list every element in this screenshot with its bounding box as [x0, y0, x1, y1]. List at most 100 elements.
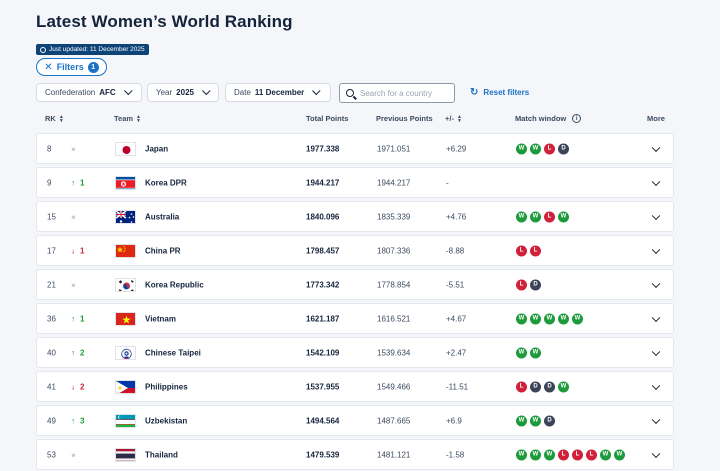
column-header-team[interactable]: Team ▲ ▼ — [114, 114, 141, 123]
filters-button[interactable]: ✕ Filters 1 — [36, 58, 107, 76]
plusminus-cell: -8.88 — [446, 246, 465, 255]
expand-chevron-icon[interactable] — [651, 347, 661, 356]
table-row[interactable]: 15 ● Australia 1840.096 1835.339 +4.76 W… — [36, 201, 674, 232]
clock-icon — [40, 46, 46, 53]
column-header-total-label: Total Points — [306, 114, 349, 123]
rank-cell: 36 — [47, 314, 56, 323]
previous-points-cell: 1835.339 — [377, 212, 411, 221]
reset-filters-label: Reset filters — [483, 88, 530, 97]
column-header-previous-label: Previous Points — [376, 114, 433, 123]
expand-chevron-icon[interactable] — [651, 211, 661, 220]
rank-cell: 53 — [47, 450, 56, 459]
plusminus-cell: -1.58 — [446, 450, 465, 459]
match-window-cell: WWWWW — [516, 313, 583, 324]
year-dropdown[interactable]: Year 2025 — [147, 83, 219, 102]
team-name[interactable]: Thailand — [145, 450, 178, 459]
match-result-badge: L — [530, 245, 541, 256]
match-result-badge: W — [516, 415, 527, 426]
expand-chevron-icon[interactable] — [651, 313, 661, 322]
match-result-badge: L — [516, 279, 527, 290]
previous-points-cell: 1944.217 — [377, 178, 411, 187]
previous-points-cell: 1807.336 — [377, 246, 411, 255]
match-result-badge: W — [530, 143, 541, 154]
table-row[interactable]: 17 ↓ 1 China PR 1798.457 1807.336 -8.88 L… — [36, 235, 674, 266]
date-dropdown[interactable]: Date 11 December — [225, 83, 331, 102]
close-icon[interactable]: ✕ — [44, 62, 52, 73]
match-window-cell: LDDW — [516, 381, 569, 392]
team-name[interactable]: Philippines — [145, 382, 188, 391]
match-window-cell: WWLW — [516, 211, 569, 222]
arrow-down-icon: ↓ — [71, 246, 75, 255]
expand-chevron-icon[interactable] — [651, 415, 661, 424]
total-points-cell: 1944.217 — [306, 178, 340, 187]
column-header-rk[interactable]: RK ▲ ▼ — [45, 114, 64, 123]
updated-text: Just updated: 11 December 2025 — [49, 46, 145, 53]
plusminus-cell: +6.29 — [446, 144, 467, 153]
match-result-badge: L — [586, 449, 597, 460]
date-value: 11 December — [254, 88, 305, 97]
confederation-value: AFC — [99, 88, 116, 97]
plusminus-cell: - — [446, 178, 449, 187]
search-input[interactable]: Search for a country — [339, 83, 455, 103]
rank-movement: ● — [71, 144, 76, 153]
expand-chevron-icon[interactable] — [651, 381, 661, 390]
sort-icon: ▲ ▼ — [136, 113, 141, 124]
match-result-badge: L — [544, 143, 555, 154]
team-name[interactable]: Korea DPR — [145, 178, 187, 187]
rank-cell: 21 — [47, 280, 56, 289]
expand-chevron-icon[interactable] — [651, 143, 661, 152]
team-name[interactable]: Uzbekistan — [145, 416, 187, 425]
expand-chevron-icon[interactable] — [651, 279, 661, 288]
confederation-dropdown[interactable]: Confederation AFC — [36, 83, 142, 102]
team-name[interactable]: China PR — [145, 246, 181, 255]
expand-chevron-icon[interactable] — [651, 177, 661, 186]
flag-icon-australia — [115, 209, 136, 224]
page-title: Latest Women’s World Ranking — [36, 12, 293, 31]
match-result-badge: D — [544, 381, 555, 392]
sort-icon: ▲ ▼ — [58, 113, 64, 124]
flag-icon-vietnam — [115, 311, 136, 326]
table-row[interactable]: 53 ● Thailand 1479.539 1481.121 -1.58 WW… — [36, 439, 674, 470]
year-value: 2025 — [176, 88, 194, 97]
table-row[interactable]: 41 ↓ 2 Philippines 1537.955 1549.466 -11.… — [36, 371, 674, 402]
match-window-cell: LL — [516, 245, 541, 256]
rank-movement: ↑ 2 — [71, 348, 84, 357]
team-name[interactable]: Vietnam — [145, 314, 176, 323]
table-row[interactable]: 49 ↑ 3 Uzbekistan 1494.564 1487.665 +6.9 … — [36, 405, 674, 436]
rank-move-value: 2 — [80, 382, 85, 391]
expand-chevron-icon[interactable] — [651, 245, 661, 254]
rank-move-value: 1 — [80, 178, 85, 187]
arrow-up-icon: ↑ — [71, 348, 75, 357]
expand-chevron-icon[interactable] — [651, 449, 661, 458]
match-result-badge: W — [516, 211, 527, 222]
reset-filters-button[interactable]: ↻ Reset filters — [470, 87, 529, 98]
info-icon[interactable]: i — [572, 114, 582, 123]
arrow-up-icon: ↑ — [71, 314, 75, 323]
match-result-badge: W — [516, 143, 527, 154]
table-row[interactable]: 9 ↑ 1 Korea DPR 1944.217 1944.217 - — [36, 167, 674, 198]
rank-cell: 17 — [47, 246, 56, 255]
match-result-badge: L — [558, 449, 569, 460]
total-points-cell: 1479.539 — [306, 450, 340, 459]
rank-movement: ↑ 1 — [71, 314, 84, 323]
arrow-up-icon: ↑ — [71, 416, 75, 425]
match-result-badge: W — [544, 449, 555, 460]
flag-icon-korea-dpr — [115, 175, 136, 190]
match-window-cell: WWLD — [516, 143, 569, 154]
team-name[interactable]: Korea Republic — [145, 280, 204, 289]
table-row[interactable]: 36 ↑ 1 Vietnam 1621.187 1616.521 +4.67 WW… — [36, 303, 674, 334]
table-row[interactable]: 21 ● Korea Republic 1773.342 1778.854 -5… — [36, 269, 674, 300]
table-row[interactable]: 40 ↑ 2 Chinese Taipei 1542.109 1539.634 +… — [36, 337, 674, 368]
previous-points-cell: 1971.051 — [377, 144, 411, 153]
rank-movement: ● — [71, 212, 76, 221]
column-header-total-points: Total Points — [306, 114, 348, 123]
previous-points-cell: 1539.634 — [377, 348, 411, 357]
flag-icon-china — [115, 243, 136, 258]
match-result-badge: W — [530, 313, 541, 324]
table-row[interactable]: 8 ● Japan 1977.338 1971.051 +6.29 WWLD — [36, 133, 674, 164]
team-name[interactable]: Australia — [145, 212, 179, 221]
rank-movement: ↑ 3 — [71, 416, 84, 425]
search-placeholder: Search for a country — [360, 88, 433, 98]
team-name[interactable]: Chinese Taipei — [145, 348, 201, 357]
team-name[interactable]: Japan — [145, 144, 168, 153]
